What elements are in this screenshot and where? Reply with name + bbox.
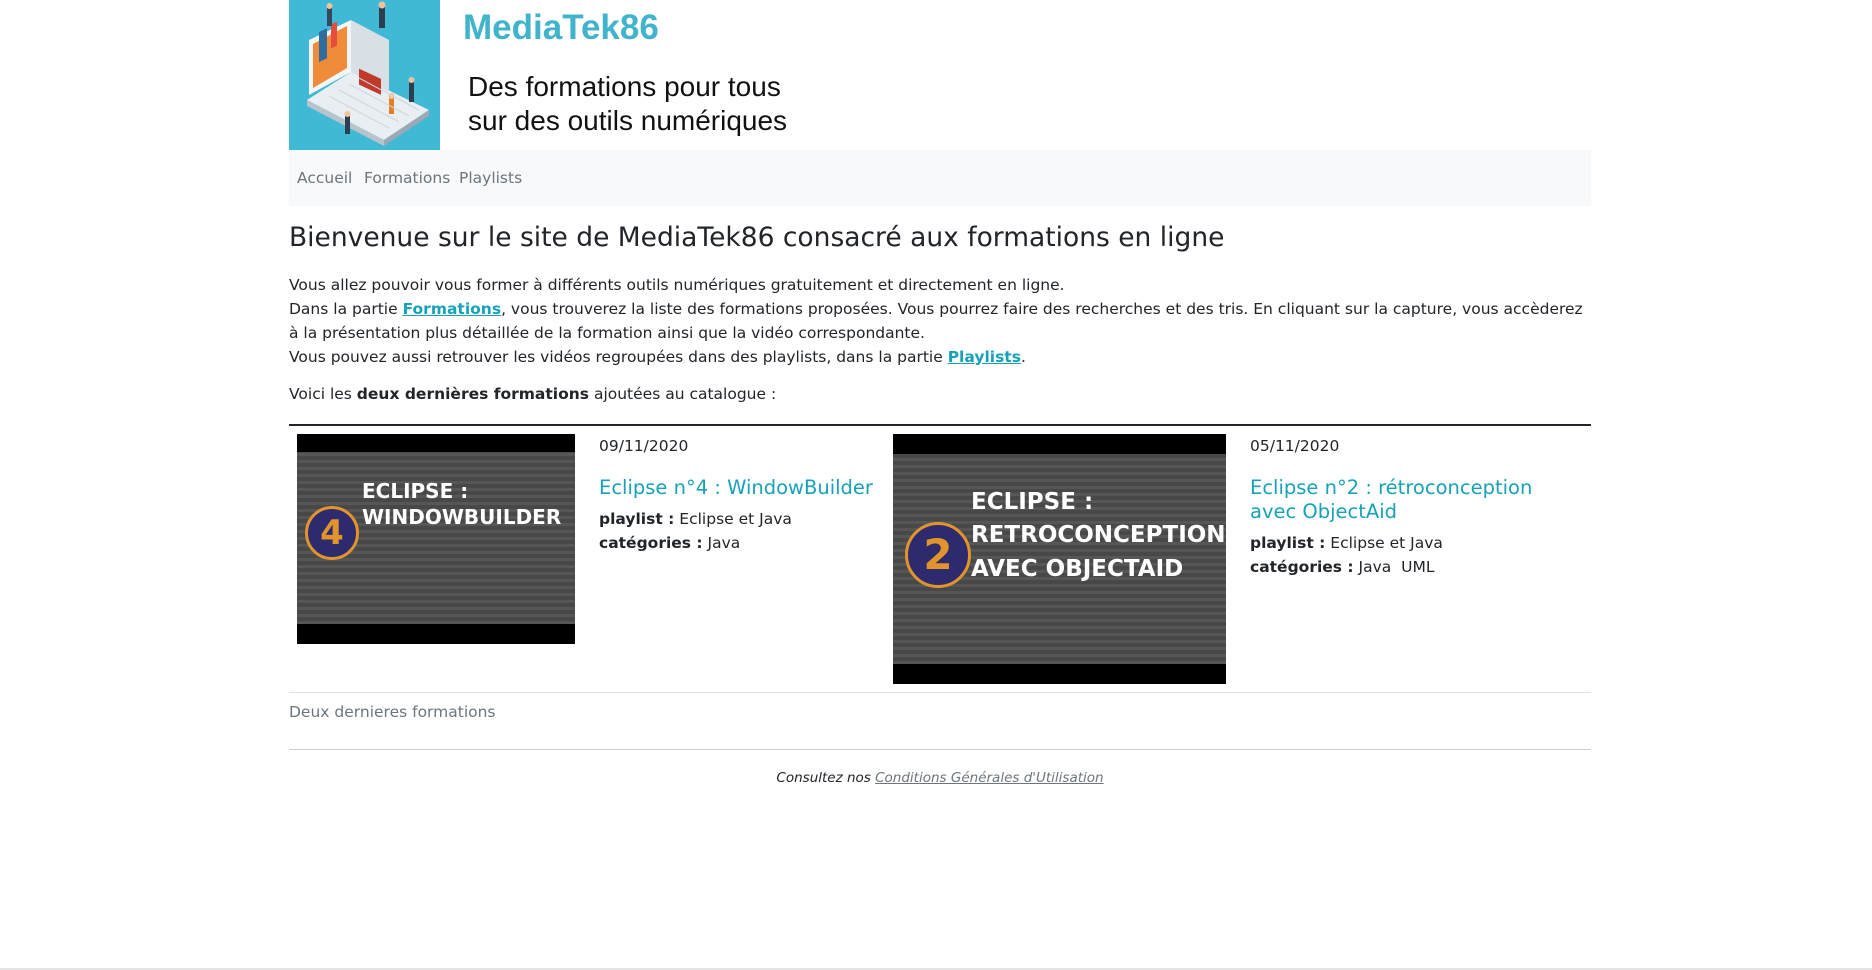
intro-line-3-before: Vous pouvez aussi retrouver les vidéos r… [289, 348, 948, 366]
laptop-illustration-icon [289, 0, 440, 150]
eclipse-number-badge: 2 [905, 522, 971, 588]
latest-formations-intro: Voici les deux dernières formations ajou… [289, 385, 776, 403]
table-row-divider [289, 692, 1591, 693]
formation-categories: catégories : Java UML [1250, 555, 1435, 579]
playlists-link[interactable]: Playlists [948, 348, 1021, 366]
playlist-label: playlist : [1250, 534, 1326, 552]
site-logo[interactable] [289, 0, 440, 150]
latest-after: ajoutées au catalogue : [589, 385, 777, 403]
thumbnail-caption: ECLIPSE : RETROCONCEPTION AVEC OBJECTAID [971, 486, 1226, 586]
eclipse-number-badge: 4 [305, 506, 359, 560]
slogan-line-2: sur des outils numériques [468, 105, 788, 136]
thumbnail-caption-line-2: RETROCONCEPTION [971, 522, 1226, 549]
main-navbar: Accueil Formations Playlists [289, 150, 1591, 206]
cgu-link[interactable]: Conditions Générales d'Utilisation [875, 770, 1103, 786]
table-caption: Deux dernieres formations [289, 703, 496, 721]
intro-text: Vous allez pouvoir vous former à différe… [289, 273, 1591, 369]
thumbnail-caption: ECLIPSE : WINDOWBUILDER [362, 478, 561, 530]
categories-value: Java UML [1358, 558, 1435, 576]
formation-thumbnail-1[interactable]: 4 ECLIPSE : WINDOWBUILDER [297, 434, 575, 644]
footer-divider [289, 749, 1591, 750]
intro-line-2: Dans la partie Formations, vous trouvere… [289, 297, 1591, 345]
formations-link[interactable]: Formations [403, 300, 502, 318]
footer-text: Consultez nos [776, 770, 876, 786]
intro-line-1: Vous allez pouvoir vous former à différe… [289, 276, 1065, 294]
categories-label: catégories : [599, 534, 703, 552]
intro-line-3: Vous pouvez aussi retrouver les vidéos r… [289, 345, 1591, 369]
slogan-line-1: Des formations pour tous [468, 71, 781, 102]
formation-title-link[interactable]: Eclipse n°2 : rétroconception avec Objec… [1250, 476, 1580, 524]
categories-value: Java [707, 534, 741, 552]
thumbnail-caption-line-3: AVEC OBJECTAID [971, 555, 1184, 582]
formation-date: 05/11/2020 [1250, 437, 1340, 455]
intro-line-2-before: Dans la partie [289, 300, 403, 318]
nav-link-playlists[interactable]: Playlists [459, 169, 522, 187]
latest-before: Voici les [289, 385, 357, 403]
formation-thumbnail-2[interactable]: 2 ECLIPSE : RETROCONCEPTION AVEC OBJECTA… [893, 434, 1226, 684]
formation-playlist: playlist : Eclipse et Java [1250, 531, 1443, 555]
page-title: Bienvenue sur le site de MediaTek86 cons… [289, 222, 1225, 253]
formation-title-link[interactable]: Eclipse n°4 : WindowBuilder [599, 476, 879, 500]
playlist-value: Eclipse et Java [1330, 534, 1443, 552]
table-top-border [289, 424, 1591, 426]
formation-playlist: playlist : Eclipse et Java [599, 507, 792, 531]
thumbnail-caption-line-2: WINDOWBUILDER [362, 505, 562, 529]
page-container: MediaTek86 Des formations pour tous sur … [289, 0, 1591, 786]
nav-link-formations[interactable]: Formations [364, 169, 450, 187]
intro-line-3-after: . [1020, 348, 1026, 366]
nav-link-accueil[interactable]: Accueil [297, 169, 352, 187]
playlist-label: playlist : [599, 510, 675, 528]
latest-bold: deux dernières formations [356, 385, 590, 403]
site-slogan: Des formations pour tous sur des outils … [468, 70, 787, 138]
formation-categories: catégories : Java [599, 531, 740, 555]
categories-label: catégories : [1250, 558, 1354, 576]
site-name: MediaTek86 [463, 8, 659, 47]
page-footer: Consultez nos Conditions Générales d'Uti… [289, 770, 1591, 786]
thumbnail-caption-line-1: ECLIPSE : [971, 489, 1094, 515]
site-header: MediaTek86 Des formations pour tous sur … [289, 0, 1591, 150]
thumbnail-caption-line-1: ECLIPSE : [362, 479, 469, 503]
formation-date: 09/11/2020 [599, 437, 689, 455]
playlist-value: Eclipse et Java [679, 510, 792, 528]
